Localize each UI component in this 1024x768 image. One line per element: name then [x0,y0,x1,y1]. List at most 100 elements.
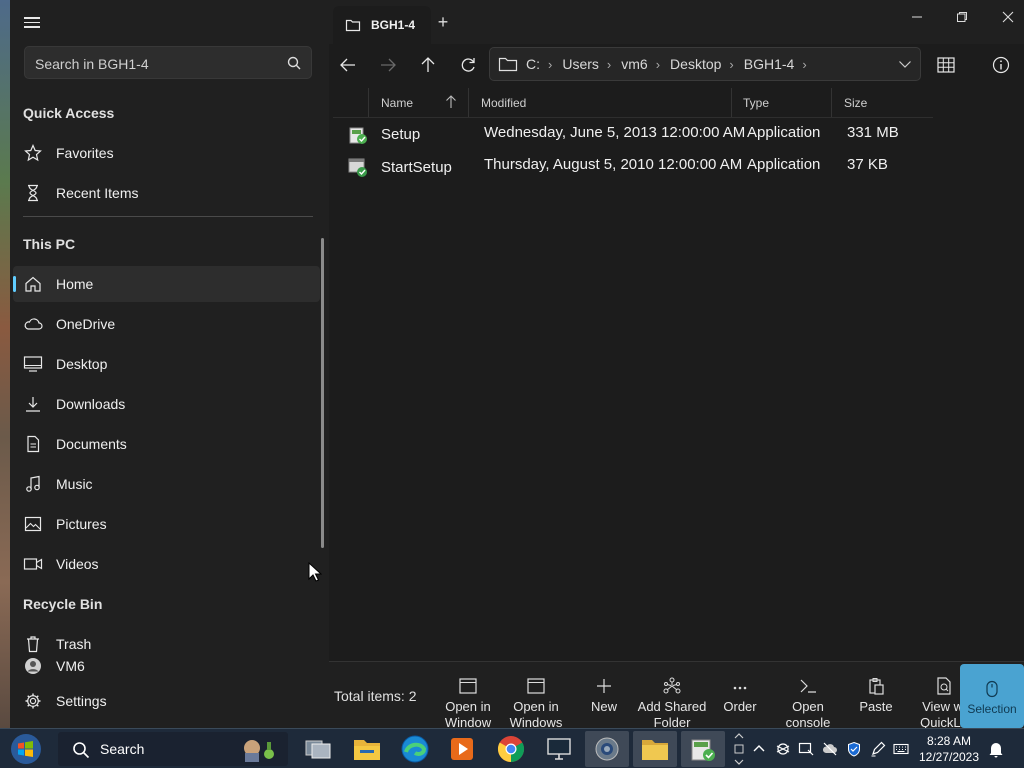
sidebar-item-music[interactable]: Music [13,466,320,502]
paste-button[interactable]: Paste [840,676,912,715]
sidebar-item-label: Favorites [56,145,114,161]
system-clock[interactable]: 8:28 AM 12/27/2023 [916,733,982,765]
sidebar-item-favorites[interactable]: Favorites [13,135,320,171]
taskbar-app-media-player[interactable] [440,731,484,767]
breadcrumb-desktop[interactable]: Desktop [670,56,721,72]
close-button[interactable] [988,6,1024,28]
clock-date: 12/27/2023 [918,750,980,764]
star-icon [23,143,43,163]
file-row[interactable]: Setup Wednesday, June 5, 2013 12:00:00 A… [333,118,933,150]
taskbar-app-files[interactable] [681,731,725,767]
sidebar-item-label: Home [56,276,94,292]
details-pane-button[interactable] [990,54,1012,76]
breadcrumb-separator: › [606,56,612,72]
settings-button[interactable]: Settings [13,683,320,719]
taskbar-app-chrome[interactable] [489,731,533,767]
task-view-icon [305,740,331,759]
order-button[interactable]: Order [704,676,776,715]
sidebar-item-videos[interactable]: Videos [13,546,320,582]
console-icon [800,679,816,693]
download-icon [23,394,43,414]
forward-button[interactable] [377,54,399,76]
sidebar-item-documents[interactable]: Documents [13,426,320,462]
breadcrumb-separator: › [655,56,661,72]
column-label: Modified [481,96,527,110]
network-icon[interactable] [775,741,791,757]
sort-ascending-icon[interactable] [445,95,457,109]
search-input[interactable]: Search in BGH1-4 [24,46,312,79]
column-label: Size [844,96,868,110]
back-button[interactable] [337,54,359,76]
sidebar-item-desktop[interactable]: Desktop [13,346,320,382]
media-player-icon [451,738,473,760]
breadcrumb-drive[interactable]: C: [526,56,540,72]
taskbar-app-folder[interactable] [633,731,677,767]
hamburger-menu-icon[interactable] [24,14,40,32]
taskbar-app-file-explorer[interactable] [345,731,389,767]
new-tab-button[interactable]: + [435,13,451,31]
open-console-button[interactable]: Open console [772,676,844,728]
restore-icon [957,12,967,22]
breadcrumb-bgh1-4[interactable]: BGH1-4 [744,56,795,72]
sidebar-item-recent-items[interactable]: Recent Items [13,175,320,211]
scroll-arrows-icon [734,733,744,765]
column-divider[interactable] [831,88,832,118]
breadcrumb-separator[interactable]: › [802,57,806,72]
file-row[interactable]: StartSetup Thursday, August 5, 2010 12:0… [333,150,933,182]
start-button[interactable] [4,731,48,767]
picture-icon [23,514,43,534]
keyboard-icon[interactable] [893,741,909,757]
new-button[interactable]: New [568,676,640,715]
sidebar-scrollbar[interactable] [321,238,324,548]
monitor-icon [23,354,43,374]
taskbar-app-remote-desktop[interactable] [537,731,581,767]
up-button[interactable] [417,54,439,76]
folder-icon [642,740,668,760]
column-header-size[interactable]: Size [844,88,867,118]
breadcrumb-vm6[interactable]: vm6 [621,56,647,72]
taskbar-app-settings[interactable] [585,731,629,767]
notification-bell-icon[interactable] [988,740,1004,758]
sidebar-item-label: Desktop [56,356,108,372]
cloud-offline-icon[interactable] [822,741,838,757]
mouse-icon [986,680,998,698]
chevron-up-icon[interactable] [751,741,767,757]
maximize-button[interactable] [942,6,982,28]
refresh-button[interactable] [457,54,479,76]
taskbar-overflow-scroller[interactable] [733,731,745,767]
minimize-button[interactable] [897,6,937,28]
display-icon[interactable] [798,741,814,757]
search-icon[interactable] [287,56,301,70]
open-in-windows-button[interactable]: Open in Windows [500,676,572,728]
sidebar-item-downloads[interactable]: Downloads [13,386,320,422]
taskbar-search-box[interactable]: Search [58,732,288,766]
sidebar-item-label: Videos [56,556,99,572]
shield-icon[interactable] [846,741,862,757]
button-label-line1: Open in [445,699,491,714]
taskbar-app-edge[interactable] [393,731,437,767]
sidebar-item-home[interactable]: Home [13,266,320,302]
column-header-type[interactable]: Type [743,88,769,118]
open-in-window-button[interactable]: Open in Window [432,676,504,728]
gear-icon [23,691,43,711]
chevron-down-icon[interactable] [898,57,912,71]
pen-icon[interactable] [870,741,886,757]
address-bar[interactable]: C: › Users › vm6 › Desktop › BGH1-4 › [489,47,921,81]
add-shared-folder-button[interactable]: Add Shared Folder [636,676,708,728]
this-pc-heading[interactable]: This PC [23,236,75,252]
recycle-bin-heading[interactable]: Recycle Bin [23,596,102,612]
application-icon [348,158,367,177]
quick-access-heading[interactable]: Quick Access [23,105,114,121]
column-divider[interactable] [468,88,469,118]
column-divider[interactable] [731,88,732,118]
sidebar-item-pictures[interactable]: Pictures [13,506,320,542]
layout-grid-button[interactable] [935,54,957,76]
column-header-modified[interactable]: Modified [481,88,526,118]
column-header-name[interactable]: Name [381,88,413,118]
taskbar-app-task-view[interactable] [296,731,340,767]
selection-button[interactable]: Selection [960,664,1024,728]
breadcrumb-users[interactable]: Users [562,56,599,72]
sidebar-item-user[interactable]: VM6 [13,648,320,684]
sidebar-item-onedrive[interactable]: OneDrive [13,306,320,342]
tab-bgh1-4[interactable]: BGH1-4 [333,6,431,44]
